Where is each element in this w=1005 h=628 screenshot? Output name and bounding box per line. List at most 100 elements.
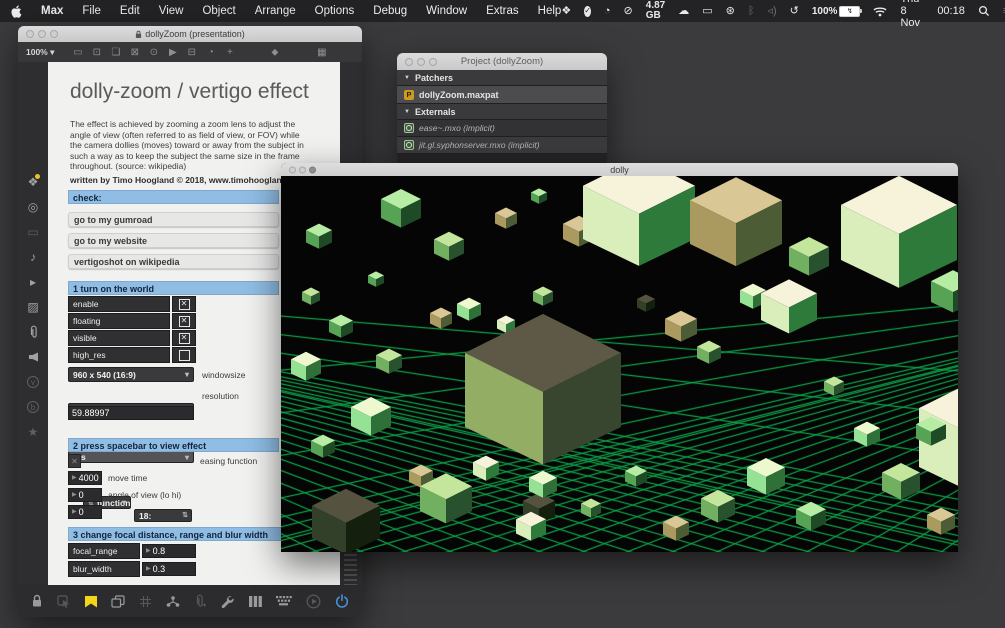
menu-file[interactable]: File (82, 5, 101, 17)
project-section-externals[interactable]: ▼ Externals (397, 104, 607, 120)
disclosure-triangle-icon[interactable]: ▼ (404, 109, 410, 115)
wikipedia-link-message[interactable]: vertigoshot on wikipedia (68, 254, 279, 269)
time-machine-icon[interactable]: ↺ (790, 5, 799, 17)
close-button[interactable] (26, 30, 34, 38)
focal-range-number[interactable]: ▶ 0.8 (142, 544, 196, 558)
music-note-icon[interactable]: ♪ (30, 249, 36, 265)
easing-x-button[interactable]: ✕ (68, 454, 81, 468)
console-icon[interactable]: ▭ (27, 224, 38, 240)
menu-edit[interactable]: Edit (120, 5, 140, 17)
button-object-icon[interactable]: ⊡ (87, 47, 106, 58)
blur-width-number[interactable]: ▶ 0.3 (142, 562, 196, 576)
video-icon[interactable]: ▸ (30, 274, 36, 290)
gumroad-link-message[interactable]: go to my gumroad (68, 212, 279, 227)
windowsize-menu[interactable]: 960 x 540 (16:9) (68, 367, 194, 382)
bang-object-icon[interactable]: ⊙ (144, 47, 163, 58)
project-section-patchers[interactable]: ▼ Patchers (397, 70, 607, 86)
clock-date[interactable]: Thu 8 Nov (900, 0, 924, 29)
patcher-titlebar[interactable]: dollyZoom (presentation) (18, 26, 362, 42)
dropbox-icon[interactable]: ❖ (561, 5, 571, 17)
menu-object[interactable]: Object (202, 5, 235, 17)
object-browser-icon[interactable]: ▦ (312, 47, 331, 58)
clock-time[interactable]: 00:18 (937, 5, 965, 17)
paint-bucket-icon[interactable]: ⬥ (265, 47, 284, 58)
audio-power-icon[interactable] (335, 594, 349, 608)
audio-meter-icon[interactable]: ◎ (28, 199, 38, 215)
visible-checkbox[interactable]: ✕ (172, 330, 196, 346)
plug-icon[interactable] (27, 349, 39, 365)
dial-object-icon[interactable]: ◔ (201, 47, 220, 58)
wifi-icon[interactable] (873, 6, 887, 17)
battery-icon: ↯ (839, 5, 863, 17)
menu-arrange[interactable]: Arrange (255, 5, 296, 17)
zoom-button[interactable] (309, 166, 316, 173)
layers-icon[interactable] (111, 594, 126, 608)
menu-window[interactable]: Window (426, 5, 467, 17)
vizzie-icon[interactable]: v (27, 374, 39, 390)
minimize-button[interactable] (38, 30, 46, 38)
bluetooth-icon[interactable]: ᛒ (748, 5, 755, 17)
menu-help[interactable]: Help (538, 5, 562, 17)
angle-hi-number[interactable]: ▶ 0 (68, 505, 102, 519)
attach-clip-icon[interactable] (194, 594, 206, 608)
dolly-titlebar[interactable]: dolly (281, 163, 958, 176)
close-button[interactable] (405, 57, 413, 66)
volume-icon[interactable]: ◃) (767, 5, 776, 17)
close-button[interactable] (289, 166, 296, 173)
image-icon[interactable]: ▨ (27, 299, 38, 315)
inspector-wrench-icon[interactable] (220, 594, 234, 608)
presentation-mode-icon[interactable] (84, 595, 98, 608)
number-object-icon[interactable]: ⊟ (182, 47, 201, 58)
paperclip-icon[interactable] (28, 324, 39, 340)
check-circle-icon[interactable]: ✓ (584, 5, 591, 17)
menu-extras[interactable]: Extras (486, 5, 519, 17)
gauge-icon[interactable]: ◔ (604, 5, 611, 17)
easing-type-menu[interactable]: 18: in_out_... (134, 509, 192, 533)
cloud-upload-icon[interactable]: ☁ (678, 5, 689, 17)
playbar-object-icon[interactable]: ▶ (163, 47, 182, 58)
toggle-object-icon[interactable]: ⊠ (125, 47, 144, 58)
object-box-icon[interactable]: ▭ (68, 47, 87, 58)
packages-icon[interactable]: ❖ (28, 174, 41, 190)
patcher-hierarchy-icon[interactable] (166, 595, 180, 608)
menu-max[interactable]: Max (41, 5, 63, 17)
apple-menu-icon[interactable] (10, 5, 22, 18)
fps-number[interactable]: 59.88997 (68, 406, 194, 420)
project-item-syphonserver[interactable]: jit.gl.syphonserver.mxo (implicit) (397, 137, 607, 154)
accessibility-icon[interactable]: ⊛ (726, 5, 735, 17)
beap-icon[interactable]: b (27, 399, 39, 415)
spotlight-search-icon[interactable] (978, 5, 990, 17)
typing-keyboard-icon[interactable] (276, 595, 293, 607)
angle-lo-number[interactable]: ▶ 0 (68, 488, 102, 502)
piano-keyboard-icon[interactable] (248, 595, 263, 608)
enable-checkbox[interactable]: ✕ (172, 296, 196, 312)
project-item-dollyzoom[interactable]: P dollyZoom.maxpat (397, 86, 607, 104)
message-object-icon[interactable]: ❏ (106, 47, 125, 58)
floating-checkbox[interactable]: ✕ (172, 313, 196, 329)
minimize-button[interactable] (417, 57, 425, 66)
lock-patcher-icon[interactable] (31, 594, 43, 608)
add-object-icon[interactable]: + (220, 47, 239, 58)
grid-snap-icon[interactable] (139, 595, 152, 608)
disclosure-triangle-icon[interactable]: ▼ (404, 75, 410, 81)
zoom-button[interactable] (50, 30, 58, 38)
project-titlebar[interactable]: Project (dollyZoom) (397, 53, 607, 70)
zoom-level-select[interactable]: 100% ▾ (26, 47, 54, 58)
select-mode-icon[interactable] (57, 594, 70, 608)
windowsize-label: windowsize (202, 370, 246, 380)
zoom-button[interactable] (429, 57, 437, 66)
airplay-icon[interactable]: ▭ (702, 5, 712, 17)
project-item-ease[interactable]: ease~.mxo (implicit) (397, 120, 607, 137)
menu-view[interactable]: View (159, 5, 184, 17)
move-time-number[interactable]: ▶ 4000 (68, 471, 102, 485)
website-link-message[interactable]: go to my website (68, 233, 279, 248)
menu-options[interactable]: Options (315, 5, 355, 17)
do-not-disturb-icon[interactable]: ⊘ (624, 5, 633, 17)
storage-status[interactable]: 4.87 GB (646, 1, 665, 21)
favorites-star-icon[interactable]: ★ (28, 424, 39, 440)
run-patcher-icon[interactable] (306, 594, 321, 609)
menu-debug[interactable]: Debug (373, 5, 407, 17)
minimize-button[interactable] (299, 166, 306, 173)
battery-indicator[interactable]: 100% ↯ (812, 5, 863, 17)
highres-checkbox[interactable] (172, 347, 196, 363)
